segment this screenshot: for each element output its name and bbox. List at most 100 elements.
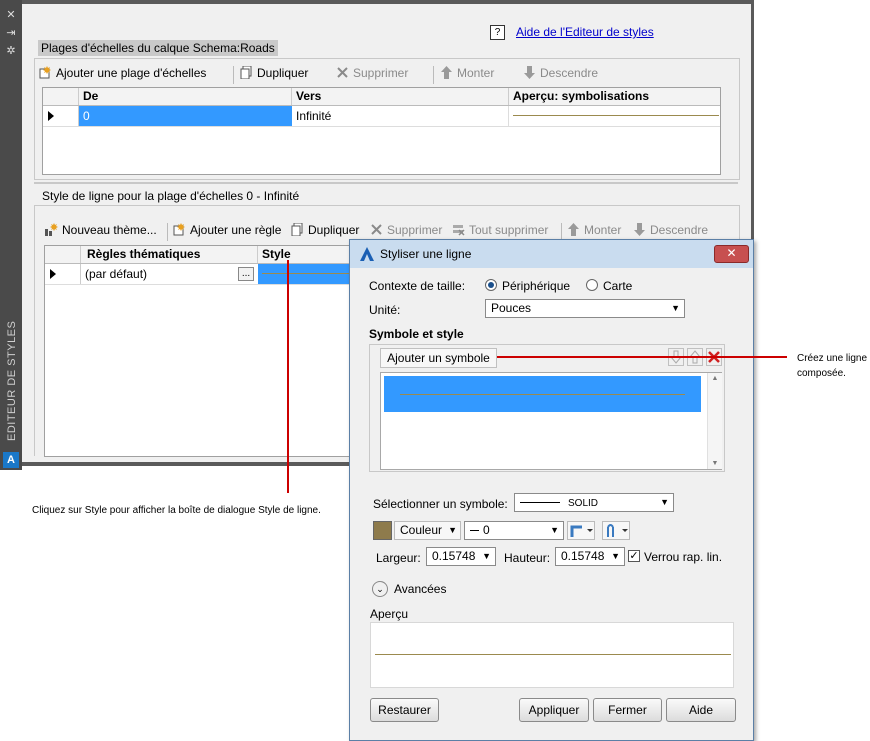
move-up-rule-button[interactable]: Monter	[567, 223, 621, 237]
section-splitter[interactable]	[34, 182, 738, 184]
chevron-down-icon: ▼	[660, 497, 669, 507]
column-header-vers[interactable]: Vers	[292, 88, 509, 105]
help-button[interactable]: Aide	[666, 698, 736, 722]
move-up-range-label: Monter	[457, 66, 495, 80]
add-rule-icon	[173, 223, 185, 236]
width-label: Largeur:	[376, 551, 421, 565]
preview-label: Aperçu	[370, 607, 409, 621]
advanced-expander-icon[interactable]: ⌄	[372, 581, 388, 597]
help-link[interactable]: Aide de l'Editeur de styles	[516, 25, 654, 39]
add-scale-range-button[interactable]: Ajouter une plage d'échelles	[39, 66, 206, 80]
style-preview-line	[262, 273, 362, 274]
scale-ranges-grid: De Vers Aperçu: symbolisations 0 Infinit…	[42, 87, 721, 175]
add-range-icon	[39, 66, 51, 79]
color-swatch[interactable]	[373, 521, 392, 540]
move-down-rule-button[interactable]: Descendre	[633, 223, 708, 237]
symbol-list-scrollbar[interactable]: ▲ ▼	[707, 373, 722, 469]
preview-line	[375, 654, 731, 655]
column-header-rules[interactable]: Règles thématiques	[81, 246, 258, 263]
apply-button[interactable]: Appliquer	[519, 698, 589, 722]
callout-line-1: Créez une ligne	[797, 353, 868, 364]
arrow-up-icon	[441, 66, 452, 79]
new-theme-button[interactable]: Nouveau thème...	[45, 223, 157, 237]
scale-ranges-title: Plages d'échelles du calque Schema:Roads	[38, 40, 278, 56]
add-rule-label: Ajouter une règle	[190, 223, 282, 237]
chevron-down-icon: ▼	[550, 525, 559, 535]
preview-area	[370, 622, 734, 688]
toolbar-divider	[167, 223, 168, 241]
column-header-preview[interactable]: Aperçu: symbolisations	[509, 88, 720, 105]
size-device-label: Périphérique	[502, 279, 571, 293]
add-rule-button[interactable]: Ajouter une règle	[173, 223, 281, 237]
column-header-de[interactable]: De	[79, 88, 292, 105]
pin-icon[interactable]: ⇥	[0, 26, 22, 39]
delete-icon	[337, 67, 348, 78]
size-map-radio[interactable]: Carte	[586, 279, 632, 293]
toolbar-divider	[433, 66, 434, 84]
app-logo-icon: A	[3, 452, 19, 468]
callout-line-2: composée.	[797, 368, 846, 379]
delete-rule-button[interactable]: Supprimer	[370, 223, 442, 237]
scroll-up-icon[interactable]: ▲	[708, 375, 722, 382]
grid-header: De Vers Aperçu: symbolisations	[43, 88, 720, 106]
dialog-titlebar[interactable]: Styliser une ligne ✕	[350, 240, 753, 268]
dialog-title: Styliser une ligne	[380, 247, 472, 261]
settings-icon[interactable]: ✲	[0, 44, 22, 57]
symbol-select[interactable]: SOLID ▼	[514, 493, 674, 512]
move-down-rule-label: Descendre	[650, 223, 709, 237]
table-row[interactable]: 0 Infinité	[43, 106, 720, 127]
range-from-cell[interactable]: 0	[79, 106, 292, 126]
lock-ratio-checkbox[interactable]: ✓	[628, 550, 640, 562]
symbol-list[interactable]: ▲ ▼	[380, 372, 722, 470]
width-input[interactable]: 0.15748 ▼	[426, 547, 496, 566]
line-cap-button[interactable]	[602, 521, 630, 540]
close-icon[interactable]: ✕	[0, 8, 22, 21]
advanced-label[interactable]: Avancées	[394, 582, 446, 596]
lineweight-select[interactable]: 0 ▼	[464, 521, 564, 540]
move-down-range-button[interactable]: Descendre	[523, 66, 598, 80]
add-symbol-button[interactable]: Ajouter un symbole	[380, 348, 497, 368]
delete-range-button[interactable]: Supprimer	[336, 66, 408, 80]
move-down-range-label: Descendre	[540, 66, 599, 80]
symbol-value: SOLID	[568, 498, 599, 509]
theme-icon	[45, 223, 58, 236]
rule-cell[interactable]: (par défaut)	[85, 264, 147, 284]
preview-line	[513, 115, 719, 116]
add-symbol-callout-line	[497, 356, 787, 358]
edit-rule-button[interactable]: ...	[238, 267, 254, 281]
duplicate-range-button[interactable]: Dupliquer	[240, 66, 308, 80]
dialog-close-button[interactable]: ✕	[714, 245, 749, 263]
color-select[interactable]: Couleur ▼	[394, 521, 461, 540]
grid-header-corner	[43, 88, 79, 105]
radio-icon	[485, 279, 497, 291]
delete-icon	[371, 224, 382, 235]
list-item[interactable]	[384, 376, 701, 412]
delete-all-icon	[453, 225, 465, 236]
restore-button[interactable]: Restaurer	[370, 698, 439, 722]
row-selector[interactable]	[43, 106, 79, 126]
style-callout-text: Cliquez sur Style pour afficher la boîte…	[32, 505, 321, 516]
height-input[interactable]: 0.15748 ▼	[555, 547, 625, 566]
duplicate-rule-button[interactable]: Dupliquer	[291, 223, 359, 237]
height-label: Hauteur:	[504, 551, 551, 565]
table-row[interactable]: (par défaut) ...	[45, 264, 373, 285]
row-selector[interactable]	[45, 264, 81, 284]
delete-all-rules-button[interactable]: Tout supprimer	[452, 223, 548, 237]
delete-rule-label: Supprimer	[387, 223, 443, 237]
move-up-rule-label: Monter	[584, 223, 622, 237]
unit-select[interactable]: Pouces ▼	[485, 299, 685, 318]
select-symbol-label: Sélectionner un symbole:	[373, 497, 508, 511]
help-icon[interactable]: ?	[490, 24, 505, 40]
move-up-range-button[interactable]: Monter	[440, 66, 494, 80]
close-button[interactable]: Fermer	[593, 698, 662, 722]
unit-label: Unité:	[369, 303, 401, 317]
size-device-radio[interactable]: Périphérique	[485, 279, 570, 293]
height-value: 0.15748	[561, 549, 605, 563]
line-join-button[interactable]	[567, 521, 595, 540]
duplicate-range-label: Dupliquer	[257, 66, 309, 80]
scroll-down-icon[interactable]: ▼	[708, 460, 722, 467]
autodesk-icon	[360, 247, 374, 261]
arrow-down-icon	[524, 66, 535, 79]
duplicate-icon	[240, 66, 252, 79]
range-to-cell[interactable]: Infinité	[292, 106, 509, 126]
